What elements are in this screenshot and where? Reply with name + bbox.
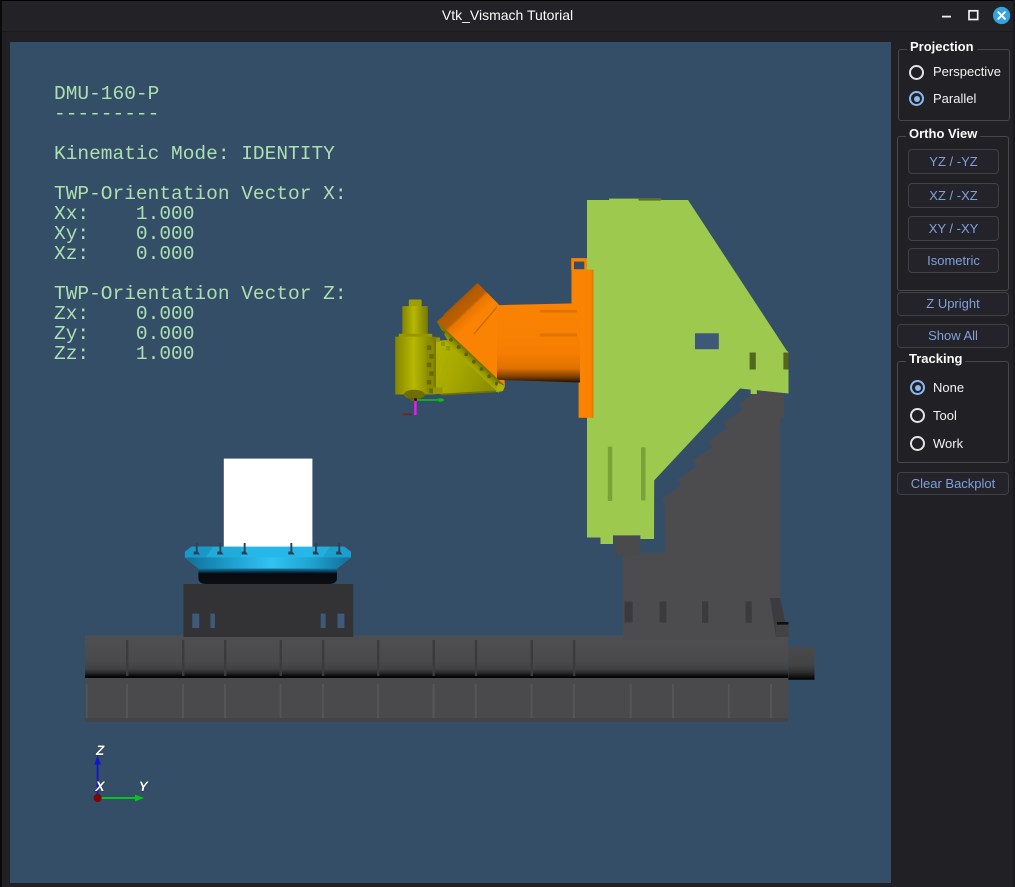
svg-text:Y: Y [139, 779, 150, 794]
svg-text:X: X [95, 779, 106, 794]
svg-text:Z: Z [95, 743, 105, 758]
